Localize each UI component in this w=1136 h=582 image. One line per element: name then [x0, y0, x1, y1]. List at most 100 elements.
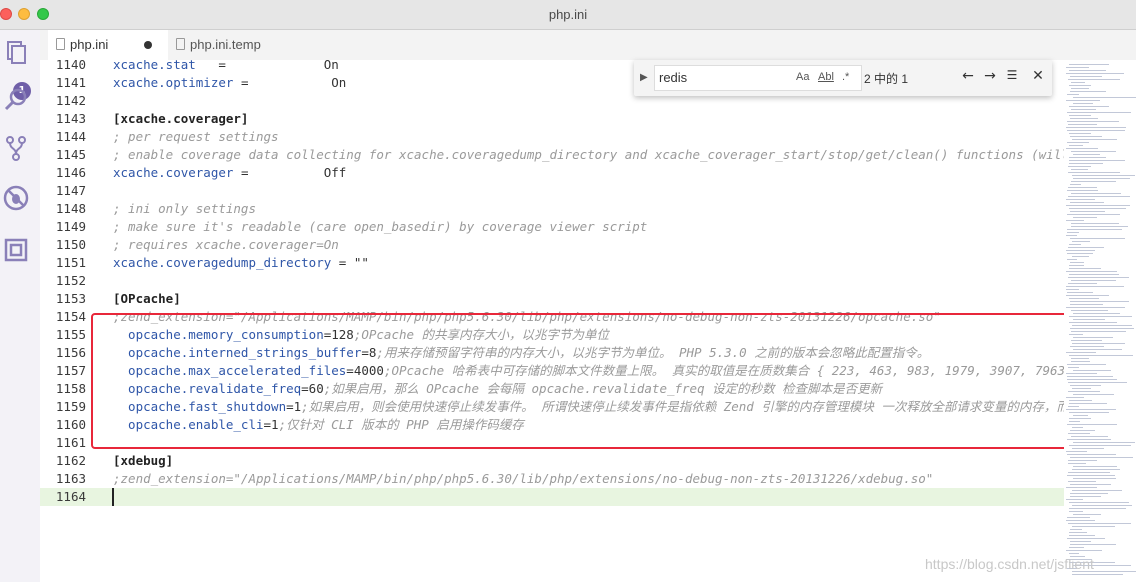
- minimap-line: [1067, 259, 1077, 260]
- code-line[interactable]: 1150 ; requires xcache.coverager=On: [40, 236, 1064, 254]
- minimap-line: [1066, 352, 1096, 353]
- code-line[interactable]: 1159 opcache.fast_shutdown=1;如果启用，则会使用快速…: [40, 398, 1064, 416]
- code-comment: ;zend_extension="/Applications/MAMP/bin/…: [113, 471, 934, 486]
- minimap-line: [1072, 526, 1115, 527]
- code-comment: ;OPcache 的共享内存大小，以兆字节为单位: [353, 327, 610, 342]
- code-line[interactable]: 1155 opcache.memory_consumption=128;OPca…: [40, 326, 1064, 344]
- code-line[interactable]: 1161: [40, 434, 1064, 452]
- minimap-line: [1069, 145, 1083, 146]
- code-comment: ;如果启用，则会使用快速停止续发事件。 所谓快速停止续发事件是指依赖 Zend …: [301, 399, 1064, 414]
- config-value: =1: [263, 417, 279, 432]
- minimap-line: [1073, 442, 1135, 443]
- minimap-line: [1070, 496, 1101, 497]
- minimap-line: [1069, 316, 1132, 317]
- line-number: 1154: [55, 309, 86, 324]
- minimap-line: [1066, 550, 1102, 551]
- code-line[interactable]: 1152: [40, 272, 1064, 290]
- close-find-icon[interactable]: ✕: [1030, 68, 1046, 84]
- line-number: 1155: [55, 327, 86, 342]
- tab-php-ini-temp[interactable]: php.ini.temp: [168, 30, 298, 60]
- line-content: opcache.revalidate_freq=60;如果启用，那么 OPcac…: [113, 380, 882, 398]
- debug-icon[interactable]: [2, 184, 30, 212]
- whole-word-toggle[interactable]: Abl: [818, 71, 834, 83]
- toggle-replace-icon[interactable]: ▶: [640, 72, 648, 83]
- minimap-line: [1068, 382, 1127, 383]
- code-line[interactable]: 1151 xcache.coveragedump_directory = "": [40, 254, 1064, 272]
- line-content: ; make sure it's readable (care open_bas…: [113, 218, 647, 236]
- code-line[interactable]: 1154 ;zend_extension="/Applications/MAMP/…: [40, 308, 1064, 326]
- regex-toggle[interactable]: .*: [842, 71, 849, 83]
- previous-match-icon[interactable]: ←: [960, 68, 976, 84]
- code-line[interactable]: 1147: [40, 182, 1064, 200]
- minimap-line: [1070, 430, 1095, 431]
- line-number: 1158: [55, 381, 86, 396]
- minimap-line: [1069, 208, 1126, 209]
- minimap-line: [1068, 247, 1104, 248]
- minimap-line: [1066, 73, 1124, 74]
- minimap-line: [1069, 502, 1129, 503]
- minimap-line: [1068, 406, 1079, 407]
- next-match-icon[interactable]: →: [982, 68, 998, 84]
- code-line[interactable]: 1145 ; enable coverage data collecting fo…: [40, 146, 1064, 164]
- minimap-line: [1070, 211, 1105, 212]
- section-header: [OPcache]: [113, 291, 181, 306]
- line-content: [OPcache]: [113, 290, 181, 308]
- config-key: opcache.memory_consumption: [113, 327, 324, 342]
- files-icon[interactable]: [2, 38, 30, 66]
- line-number: 1157: [55, 363, 86, 378]
- minimap-line: [1069, 421, 1080, 422]
- config-value: = "": [331, 255, 369, 270]
- find-in-selection-icon[interactable]: ☰: [1004, 68, 1020, 82]
- minimap-line: [1066, 307, 1125, 308]
- line-number: 1162: [55, 453, 86, 468]
- tab-php-ini[interactable]: php.ini: [48, 30, 168, 60]
- search-icon[interactable]: [2, 86, 30, 114]
- code-line[interactable]: 1158 opcache.revalidate_freq=60;如果启用，那么 …: [40, 380, 1064, 398]
- minimap-line: [1073, 466, 1117, 467]
- code-line[interactable]: 1149 ; make sure it's readable (care open…: [40, 218, 1064, 236]
- code-line[interactable]: 1163 ;zend_extension="/Applications/MAMP/…: [40, 470, 1064, 488]
- line-number: 1142: [55, 93, 86, 108]
- config-key: opcache.enable_cli: [113, 417, 264, 432]
- minimap-line: [1070, 301, 1129, 302]
- match-case-toggle[interactable]: Aa: [796, 71, 809, 83]
- code-line[interactable]: 1157 opcache.max_accelerated_files=4000;…: [40, 362, 1064, 380]
- code-line[interactable]: 1148 ; ini only settings: [40, 200, 1064, 218]
- code-line[interactable]: 1162 [xdebug]: [40, 452, 1064, 470]
- code-comment: ; per request settings: [113, 129, 279, 144]
- code-editor[interactable]: 1140 xcache.stat = On 1141 xcache.optimizer…: [40, 60, 1064, 582]
- minimap-line: [1072, 343, 1125, 344]
- code-line[interactable]: 1160 opcache.enable_cli=1;仅针对 CLI 版本的 PH…: [40, 416, 1064, 434]
- config-key: xcache.coverager: [113, 165, 234, 180]
- minimap-line: [1073, 478, 1116, 479]
- minimap-line: [1069, 400, 1092, 401]
- tab-label: php.ini.temp: [190, 37, 261, 52]
- code-line[interactable]: 1156 opcache.interned_strings_buffer=8;用…: [40, 344, 1064, 362]
- minimap-line: [1066, 289, 1079, 290]
- minimap-line: [1069, 70, 1106, 71]
- code-line[interactable]: 1146 xcache.coverager = Off: [40, 164, 1064, 182]
- code-comment: ;如果启用，那么 OPcache 会每隔 opcache.revalidate_…: [323, 381, 883, 396]
- line-content: ; per request settings: [113, 128, 279, 146]
- minimap-line: [1069, 265, 1084, 266]
- code-line[interactable]: 1143 [xcache.coverager]: [40, 110, 1064, 128]
- minimap-line: [1068, 460, 1097, 461]
- extensions-icon[interactable]: [2, 236, 30, 264]
- code-line[interactable]: 1164: [40, 488, 1064, 506]
- minimap[interactable]: [1064, 60, 1136, 582]
- unsaved-dot-icon[interactable]: [144, 41, 152, 49]
- minimap-line: [1067, 214, 1120, 215]
- find-widget: ▶ redis Aa Abl .* 2 中的 1 ← → ☰ ✕: [634, 60, 1052, 96]
- minimap-line: [1066, 148, 1098, 149]
- minimap-line: [1072, 427, 1083, 428]
- minimap-line: [1071, 331, 1126, 332]
- config-key: xcache.stat: [113, 60, 196, 72]
- minimap-line: [1066, 373, 1097, 374]
- minimap-line: [1070, 136, 1102, 137]
- source-control-icon[interactable]: [2, 134, 30, 162]
- minimap-line: [1071, 169, 1088, 170]
- code-line[interactable]: 1144 ; per request settings: [40, 128, 1064, 146]
- minimap-line: [1068, 79, 1120, 80]
- minimap-line: [1066, 127, 1126, 128]
- code-line[interactable]: 1153 [OPcache]: [40, 290, 1064, 308]
